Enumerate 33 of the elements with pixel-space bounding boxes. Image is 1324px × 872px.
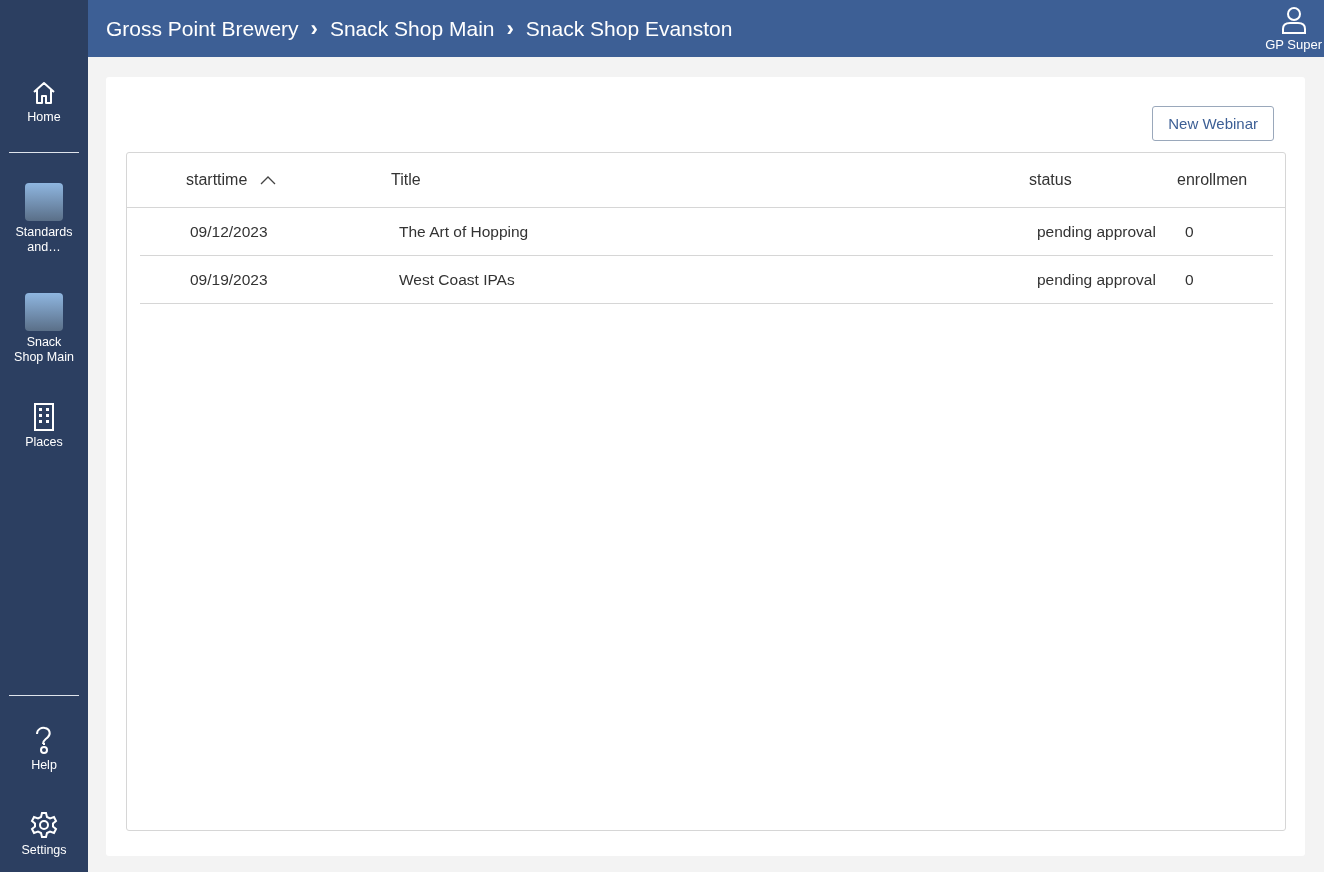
breadcrumb-separator: ›	[506, 15, 514, 42]
sidebar-item[interactable]: Help	[4, 726, 84, 773]
sidebar-item[interactable]: Places	[4, 403, 84, 450]
home-icon	[31, 80, 57, 106]
user-menu[interactable]: GP Super	[1265, 5, 1322, 52]
settings-icon	[30, 811, 58, 839]
question-mark-icon	[34, 726, 54, 754]
table-cell: West Coast IPAs	[399, 270, 515, 288]
sidebar-item[interactable]: Standards and…	[4, 183, 84, 255]
column-header[interactable]: Title	[391, 171, 421, 189]
table-cell: 0	[1185, 270, 1194, 288]
sidebar-item[interactable]: Home	[4, 80, 84, 125]
breadcrumb-link[interactable]: Gross Point Brewery	[106, 16, 299, 41]
photo-placeholder	[25, 183, 63, 221]
table-cell: pending approval	[1037, 222, 1156, 240]
sidebar-item[interactable]: Settings	[4, 811, 84, 858]
building-icon	[33, 403, 55, 431]
breadcrumb-separator: ›	[310, 15, 318, 42]
breadcrumb-link[interactable]: Snack Shop Main	[329, 16, 495, 41]
sidebar-item[interactable]: Snack Shop Main	[4, 293, 84, 365]
table-cell: 0	[1185, 222, 1194, 240]
table-cell: 09/12/2023	[190, 222, 268, 240]
sort-ascending-icon[interactable]	[260, 175, 277, 185]
column-header[interactable]: starttime	[186, 171, 248, 189]
table-cell: The Art of Hopping	[399, 222, 529, 240]
photo-placeholder	[25, 293, 63, 331]
table-cell: 09/19/2023	[190, 270, 268, 288]
breadcrumb-link[interactable]: Snack Shop Evanston	[525, 16, 733, 41]
column-header[interactable]: enrollmen	[1177, 171, 1248, 189]
table-cell: pending approval	[1037, 270, 1156, 288]
new-webinar-button[interactable]: New Webinar	[1152, 106, 1274, 141]
column-header[interactable]: status	[1029, 171, 1072, 189]
user-icon	[1280, 5, 1307, 34]
